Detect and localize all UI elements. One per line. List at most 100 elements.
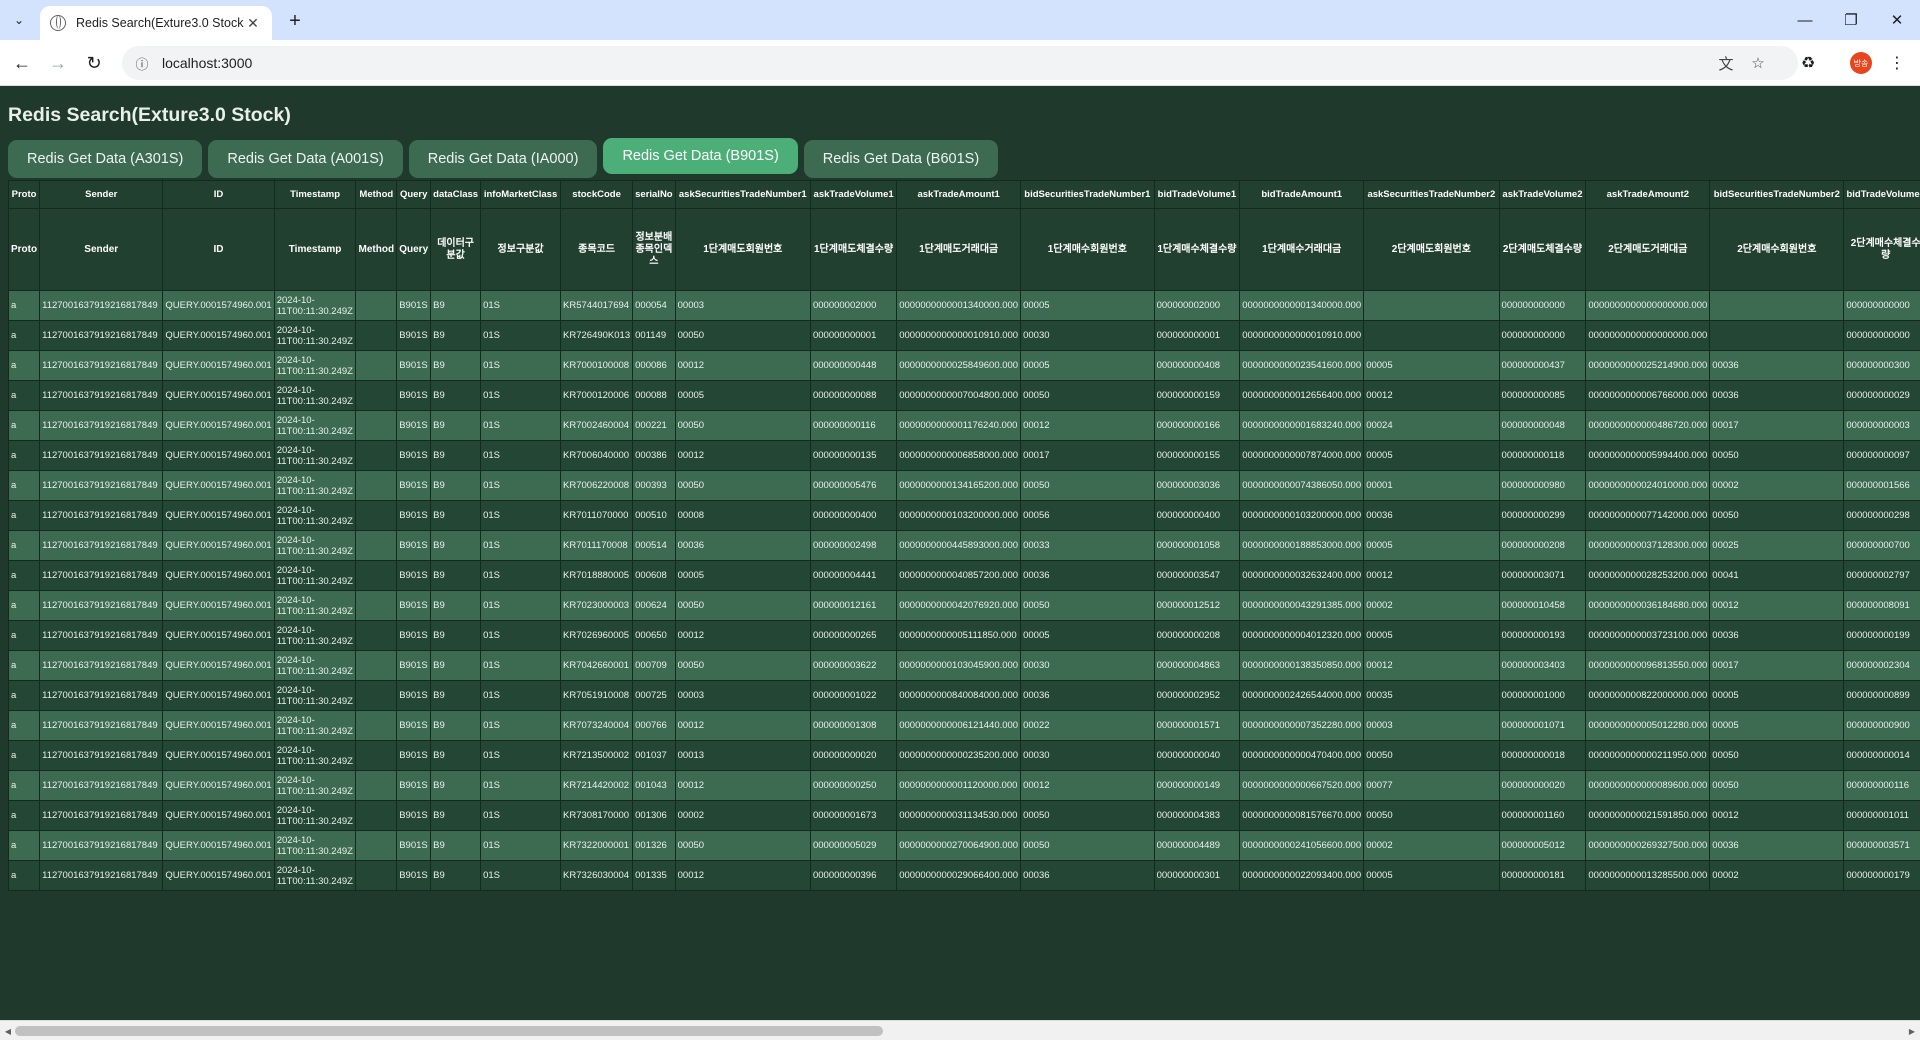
table-cell: 1127001637919216817849 bbox=[39, 740, 164, 771]
table-row[interactable]: a 1127001637919216817849 QUERY.0001574960.… bbox=[7, 830, 1920, 861]
table-cell: QUERY.0001574960.001 bbox=[162, 440, 275, 471]
get-data-ia000-button[interactable]: Redis Get Data (IA000) bbox=[408, 140, 598, 178]
reload-button[interactable]: ↻ bbox=[80, 49, 108, 77]
table-cell: 2024-10-11T00:11:30.249Z bbox=[273, 650, 357, 681]
tab-title: Redis Search(Exture3.0 Stock) bbox=[76, 16, 244, 30]
horizontal-scrollbar[interactable]: ◀ ▶ bbox=[0, 1020, 1920, 1040]
table-cell: 00005 bbox=[1363, 620, 1500, 651]
scroll-right-icon[interactable]: ▶ bbox=[1905, 1024, 1919, 1038]
column-header[interactable]: bidTradeVolume1 bbox=[1153, 180, 1241, 209]
table-row[interactable]: a 1127001637919216817849 QUERY.0001574960.… bbox=[7, 710, 1920, 741]
table-row[interactable]: a 1127001637919216817849 QUERY.0001574960.… bbox=[7, 320, 1920, 351]
get-data-a301s-button[interactable]: Redis Get Data (A301S) bbox=[8, 140, 203, 178]
table-row[interactable]: a 1127001637919216817849 QUERY.0001574960.… bbox=[7, 470, 1920, 501]
minimize-button[interactable]: — bbox=[1782, 6, 1828, 34]
column-header[interactable]: Method bbox=[355, 180, 398, 209]
column-header[interactable]: askSecuritiesTradeNumber1 bbox=[674, 180, 811, 209]
table-cell: QUERY.0001574960.001 bbox=[162, 470, 275, 501]
table-row[interactable]: a 1127001637919216817849 QUERY.0001574960.… bbox=[7, 620, 1920, 651]
table-cell: B9 bbox=[430, 620, 482, 651]
table-cell: B901S bbox=[396, 320, 432, 351]
column-header[interactable]: askTradeAmount1 bbox=[896, 180, 1022, 209]
forward-button[interactable]: → bbox=[44, 49, 72, 77]
table-cell: 000054 bbox=[632, 290, 676, 321]
table-cell: a bbox=[7, 500, 41, 531]
table-cell: 00012 bbox=[1020, 410, 1155, 441]
table-row[interactable]: a 1127001637919216817849 QUERY.0001574960.… bbox=[7, 740, 1920, 771]
column-header[interactable]: askSecuritiesTradeNumber2 bbox=[1363, 180, 1500, 209]
column-header[interactable]: Query bbox=[396, 180, 432, 209]
scrollbar-thumb[interactable] bbox=[15, 1026, 883, 1036]
table-cell: 2024-10-11T00:11:30.249Z bbox=[273, 530, 357, 561]
table-cell: 000000000155 bbox=[1153, 440, 1241, 471]
table-row[interactable]: a 1127001637919216817849 QUERY.0001574960.… bbox=[7, 290, 1920, 321]
table-cell: 00050 bbox=[1020, 470, 1155, 501]
table-cell bbox=[355, 830, 398, 861]
column-header[interactable]: askTradeAmount2 bbox=[1585, 180, 1711, 209]
table-cell: KR7051910008 bbox=[560, 680, 634, 711]
table-cell: 000000000048 bbox=[1498, 410, 1587, 441]
get-data-b901s-button[interactable]: Redis Get Data (B901S) bbox=[603, 138, 798, 174]
tab-close-icon[interactable]: ✕ bbox=[244, 15, 262, 32]
column-header[interactable]: Sender bbox=[39, 180, 164, 209]
puzzle-icon[interactable]: ♻ bbox=[1797, 52, 1819, 74]
close-window-button[interactable]: ✕ bbox=[1874, 6, 1920, 34]
site-info-icon[interactable]: ⓘ bbox=[132, 53, 152, 73]
star-icon[interactable]: ☆ bbox=[1748, 54, 1768, 72]
table-cell: 01S bbox=[480, 410, 562, 441]
table-cell: 00017 bbox=[1709, 650, 1845, 681]
kebab-menu-icon[interactable]: ⋮ bbox=[1886, 52, 1908, 74]
column-header[interactable]: askTradeVolume1 bbox=[809, 180, 898, 209]
table-row[interactable]: a 1127001637919216817849 QUERY.0001574960.… bbox=[7, 770, 1920, 801]
table-cell: 0000000000822000000.000 bbox=[1585, 680, 1711, 711]
scroll-left-icon[interactable]: ◀ bbox=[1, 1024, 15, 1038]
column-header[interactable]: bidSecuritiesTradeNumber1 bbox=[1020, 180, 1155, 209]
table-row[interactable]: a 1127001637919216817849 QUERY.0001574960.… bbox=[7, 410, 1920, 441]
address-bar[interactable]: ⓘ localhost:3000 文 ☆ bbox=[122, 46, 1798, 80]
column-header[interactable]: dataClass bbox=[430, 180, 482, 209]
table-row[interactable]: a 1127001637919216817849 QUERY.0001574960.… bbox=[7, 590, 1920, 621]
column-header[interactable]: infoMarketClass bbox=[480, 180, 562, 209]
column-header[interactable]: askTradeVolume2 bbox=[1498, 180, 1587, 209]
browser-tab-active[interactable]: Redis Search(Exture3.0 Stock) ✕ bbox=[40, 6, 272, 40]
table-cell: a bbox=[7, 680, 41, 711]
column-header[interactable]: stockCode bbox=[560, 180, 634, 209]
column-header[interactable]: bidSecuritiesTradeNumber2 bbox=[1709, 180, 1845, 209]
table-cell bbox=[1363, 290, 1500, 321]
table-row[interactable]: a 1127001637919216817849 QUERY.0001574960.… bbox=[7, 680, 1920, 711]
column-header-label: 1단계매수거래대금 bbox=[1239, 208, 1365, 291]
column-header[interactable]: Proto bbox=[7, 180, 41, 209]
tab-search-button[interactable]: ⌄ bbox=[8, 9, 30, 31]
table-cell: 0000000000006858000.000 bbox=[896, 440, 1022, 471]
table-cell bbox=[1709, 320, 1845, 351]
table-row[interactable]: a 1127001637919216817849 QUERY.0001574960.… bbox=[7, 500, 1920, 531]
table-cell: 1127001637919216817849 bbox=[39, 380, 164, 411]
table-cell: 01S bbox=[480, 470, 562, 501]
column-header[interactable]: bidTradeVolume2 bbox=[1843, 180, 1920, 209]
profile-avatar[interactable]: 방송 bbox=[1850, 52, 1872, 74]
column-header[interactable]: serialNo bbox=[632, 180, 676, 209]
new-tab-button[interactable]: + bbox=[282, 8, 308, 34]
back-button[interactable]: ← bbox=[8, 49, 36, 77]
table-row[interactable]: a 1127001637919216817849 QUERY.0001574960.… bbox=[7, 860, 1920, 891]
table-cell: 00035 bbox=[1363, 680, 1500, 711]
restore-button[interactable]: ❐ bbox=[1828, 6, 1874, 34]
table-cell: 000000005476 bbox=[809, 470, 898, 501]
table-row[interactable]: a 1127001637919216817849 QUERY.0001574960.… bbox=[7, 350, 1920, 381]
table-cell: 00050 bbox=[1020, 590, 1155, 621]
table-row[interactable]: a 1127001637919216817849 QUERY.0001574960.… bbox=[7, 800, 1920, 831]
table-cell: B901S bbox=[396, 770, 432, 801]
get-data-a001s-button[interactable]: Redis Get Data (A001S) bbox=[208, 140, 403, 178]
table-cell: a bbox=[7, 860, 41, 891]
column-header-label: 2단계매도거래대금 bbox=[1585, 208, 1711, 291]
column-header[interactable]: ID bbox=[162, 180, 275, 209]
table-row[interactable]: a 1127001637919216817849 QUERY.0001574960.… bbox=[7, 560, 1920, 591]
table-row[interactable]: a 1127001637919216817849 QUERY.0001574960.… bbox=[7, 650, 1920, 681]
translate-icon[interactable]: 文 bbox=[1716, 54, 1736, 73]
table-row[interactable]: a 1127001637919216817849 QUERY.0001574960.… bbox=[7, 530, 1920, 561]
table-row[interactable]: a 1127001637919216817849 QUERY.0001574960.… bbox=[7, 440, 1920, 471]
table-row[interactable]: a 1127001637919216817849 QUERY.0001574960.… bbox=[7, 380, 1920, 411]
column-header[interactable]: Timestamp bbox=[273, 180, 357, 209]
column-header[interactable]: bidTradeAmount1 bbox=[1239, 180, 1365, 209]
get-data-b601s-button[interactable]: Redis Get Data (B601S) bbox=[803, 140, 999, 178]
